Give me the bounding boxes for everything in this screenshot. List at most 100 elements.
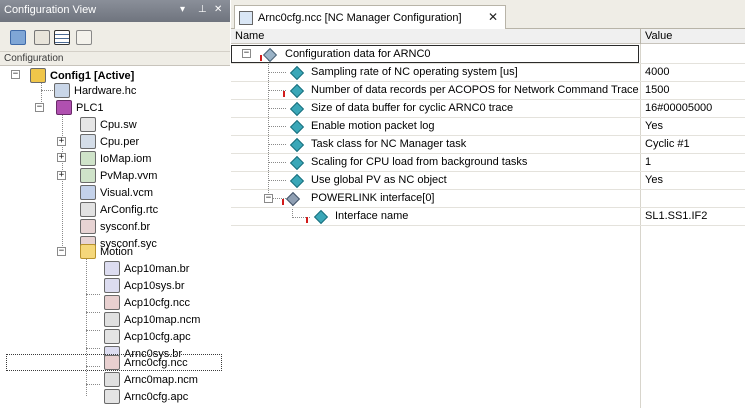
config-data-icon [262,47,278,63]
tab-close-icon[interactable]: ✕ [488,10,498,24]
software-file-icon [80,117,96,132]
pin-icon[interactable]: ⊥ [198,4,207,15]
config-icon [30,68,46,83]
acp10cfg-ncc-icon [104,295,120,310]
table-row[interactable]: − POWERLINK interface[0] [231,190,745,208]
expand-toggle-iomap[interactable]: + [57,153,66,162]
tree-item-acp10sys[interactable]: Acp10sys.br [104,277,185,294]
row-label: Interface name [335,210,409,222]
panel-title-bar: Configuration View ▾ ⊥ ✕ [0,0,230,22]
row-value[interactable]: 4000 [645,66,669,78]
hardware-file-icon [54,83,70,98]
row-value[interactable]: Yes [645,174,663,186]
tree-item-pvmap[interactable]: PvMap.vvm [80,167,157,184]
column-header-value[interactable]: Value [645,30,672,42]
arnc0cfg-ncc-icon [104,355,120,370]
parameter-icon [289,83,305,99]
tree-item-cpu-per[interactable]: Cpu.per [80,133,139,150]
tree-item-acp10man[interactable]: Acp10man.br [104,260,189,277]
text-view-icon[interactable] [76,30,92,45]
row-label: Task class for NC Manager task [311,138,467,150]
ncc-file-icon [239,10,253,25]
configuration-view-panel: Configuration View ▾ ⊥ ✕ Configuration −… [0,0,230,408]
row-label: Number of data records per ACOPOS for Ne… [311,84,639,96]
row-value[interactable]: 16#00005000 [645,102,712,114]
folder-icon [80,244,96,259]
row-label: Scaling for CPU load from background tas… [311,156,528,168]
parameter-icon [313,209,329,225]
tab-arnc0cfg[interactable]: Arnc0cfg.ncc [NC Manager Configuration] … [234,5,506,29]
table-row[interactable]: − Configuration data for ARNC0 [231,45,639,63]
table-row[interactable]: Scaling for CPU load from background tas… [231,154,745,172]
table-row[interactable]: Sampling rate of NC operating system [us… [231,64,745,82]
plc-icon [56,100,72,115]
tree-item-acp10map[interactable]: Acp10map.ncm [104,311,200,328]
row-value[interactable]: 1 [645,156,651,168]
arnc0cfg-apc-icon [104,389,120,404]
sysconf-br-icon [80,219,96,234]
configuration-tree: − − + + + − Config1 [Active] Hardware.hc… [0,66,230,408]
parameter-icon [289,137,305,153]
panel-title: Configuration View [4,4,97,16]
row-value[interactable]: Yes [645,120,663,132]
row-value[interactable]: 1500 [645,84,669,96]
tree-item-acp10cfg-ncc[interactable]: Acp10cfg.ncc [104,294,190,311]
close-icon[interactable]: ✕ [214,4,222,15]
tree-item-plc1[interactable]: PLC1 [56,99,104,116]
expand-toggle-powerlink[interactable]: − [264,194,273,203]
tree-item-acp10cfg-apc[interactable]: Acp10cfg.apc [104,328,191,345]
expand-toggle-config1[interactable]: − [11,70,20,79]
dropdown-icon[interactable]: ▾ [180,4,185,15]
tree-item-hardware[interactable]: Hardware.hc [54,82,136,99]
parameter-icon [289,119,305,135]
tree-item-arnc0cfg-ncc[interactable]: Arnc0cfg.ncc [6,354,222,371]
row-value[interactable]: SL1.SS1.IF2 [645,210,707,222]
row-label: Size of data buffer for cyclic ARNC0 tra… [311,102,514,114]
table-row[interactable]: Use global PV as NC object Yes [231,172,745,190]
expand-toggle-cpu-per[interactable]: + [57,137,66,146]
visual-file-icon [80,185,96,200]
new-object-icon[interactable] [34,30,50,45]
tree-item-motion[interactable]: Motion [80,243,133,260]
table-row[interactable]: Interface name SL1.SS1.IF2 [231,208,745,226]
table-row[interactable]: Number of data records per ACOPOS for Ne… [231,82,745,100]
tab-title: Arnc0cfg.ncc [NC Manager Configuration] [258,11,462,24]
expand-toggle-arnc0[interactable]: − [242,49,251,58]
tree-item-iomap[interactable]: IoMap.iom [80,150,151,167]
tree-item-arnc0map[interactable]: Arnc0map.ncm [104,371,198,388]
tree-item-sysconf-br[interactable]: sysconf.br [80,218,150,235]
acp10sys-file-icon [104,278,120,293]
column-header: Name Value [231,29,745,44]
permanent-file-icon [80,134,96,149]
arnc0map-file-icon [104,372,120,387]
tree-item-cpu-sw[interactable]: Cpu.sw [80,116,137,133]
tree-item-arconfig[interactable]: ArConfig.rtc [80,201,158,218]
expand-toggle-plc1[interactable]: − [35,103,44,112]
row-label: POWERLINK interface[0] [311,192,435,204]
pvmap-file-icon [80,168,96,183]
arconfig-file-icon [80,202,96,217]
acp10cfg-apc-icon [104,329,120,344]
acp10man-file-icon [104,261,120,276]
tree-item-arnc0cfg-apc[interactable]: Arnc0cfg.apc [104,388,188,405]
properties-icon[interactable] [10,30,26,45]
parameter-icon [289,65,305,81]
expand-toggle-pvmap[interactable]: + [57,171,66,180]
editor-panel: Arnc0cfg.ncc [NC Manager Configuration] … [231,0,745,408]
table-row[interactable]: Size of data buffer for cyclic ARNC0 tra… [231,100,745,118]
table-row[interactable]: Enable motion packet log Yes [231,118,745,136]
panel-subheader: Configuration [0,52,230,66]
parameter-icon [289,101,305,117]
table-view-icon[interactable] [54,30,70,45]
panel-toolbar [0,22,230,52]
interface-icon [285,191,301,207]
column-header-name[interactable]: Name [235,30,264,42]
tree-item-visual[interactable]: Visual.vcm [80,184,153,201]
table-row[interactable]: Task class for NC Manager task Cyclic #1 [231,136,745,154]
row-label: Sampling rate of NC operating system [us… [311,66,518,78]
parameter-icon [289,155,305,171]
property-grid: − Configuration data for ARNC0 Sampling … [231,44,745,408]
row-label: Use global PV as NC object [311,174,447,186]
expand-toggle-motion[interactable]: − [57,247,66,256]
row-value[interactable]: Cyclic #1 [645,138,690,150]
